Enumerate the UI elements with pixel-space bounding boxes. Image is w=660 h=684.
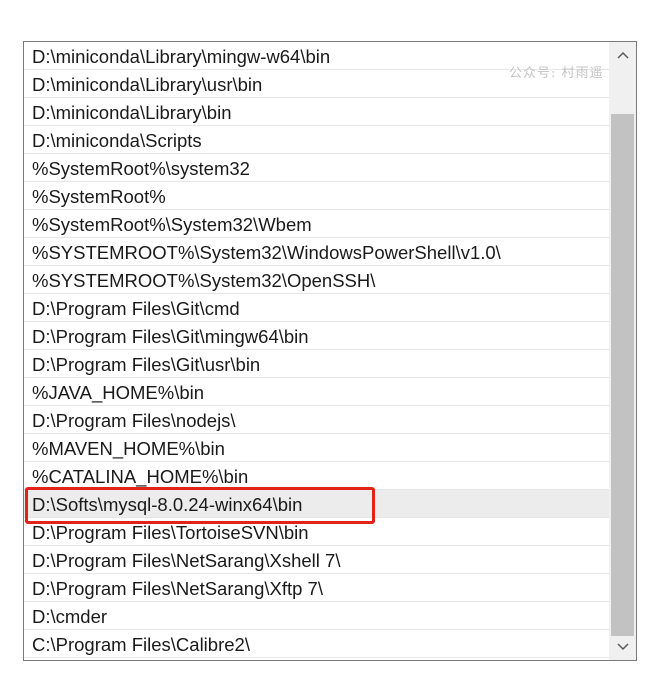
path-row[interactable]: D:\Program Files\Git\cmd <box>24 294 610 322</box>
vertical-scrollbar[interactable] <box>609 42 636 660</box>
path-row[interactable]: D:\miniconda\Library\bin <box>24 98 610 126</box>
chevron-up-icon[interactable] <box>609 42 636 68</box>
path-row[interactable]: %MAVEN_HOME%\bin <box>24 434 610 462</box>
path-row[interactable]: D:\Program Files\Git\mingw64\bin <box>24 322 610 350</box>
watermark: 公众号: 村雨遥 <box>509 66 604 81</box>
path-row[interactable]: D:\Program Files\NetSarang\Xftp 7\ <box>24 574 610 602</box>
path-row-selected[interactable]: D:\Softs\mysql-8.0.24-winx64\bin <box>24 490 610 518</box>
path-row[interactable]: %SystemRoot% <box>24 182 610 210</box>
chevron-down-icon[interactable] <box>609 634 636 660</box>
path-row[interactable]: D:\Program Files\Git\usr\bin <box>24 350 610 378</box>
path-row[interactable]: %CATALINA_HOME%\bin <box>24 462 610 490</box>
path-row[interactable]: D:\miniconda\Scripts <box>24 126 610 154</box>
path-row[interactable]: D:\cmder <box>24 602 610 630</box>
path-row[interactable]: %SYSTEMROOT%\System32\OpenSSH\ <box>24 266 610 294</box>
path-row[interactable]: D:\Program Files\NetSarang\Xshell 7\ <box>24 546 610 574</box>
path-row[interactable]: D:\Program Files\nodejs\ <box>24 406 610 434</box>
path-list[interactable]: D:\miniconda\Library\mingw-w64\bin D:\mi… <box>23 41 637 661</box>
path-row[interactable]: %SystemRoot%\System32\Wbem <box>24 210 610 238</box>
path-rows: D:\miniconda\Library\mingw-w64\bin D:\mi… <box>24 42 610 658</box>
path-row[interactable]: D:\Program Files\TortoiseSVN\bin <box>24 518 610 546</box>
path-row[interactable]: %JAVA_HOME%\bin <box>24 378 610 406</box>
scrollbar-thumb[interactable] <box>611 114 634 636</box>
path-row[interactable]: %SYSTEMROOT%\System32\WindowsPowerShell\… <box>24 238 610 266</box>
path-row[interactable]: C:\Program Files\Calibre2\ <box>24 630 610 658</box>
path-row[interactable]: %SystemRoot%\system32 <box>24 154 610 182</box>
